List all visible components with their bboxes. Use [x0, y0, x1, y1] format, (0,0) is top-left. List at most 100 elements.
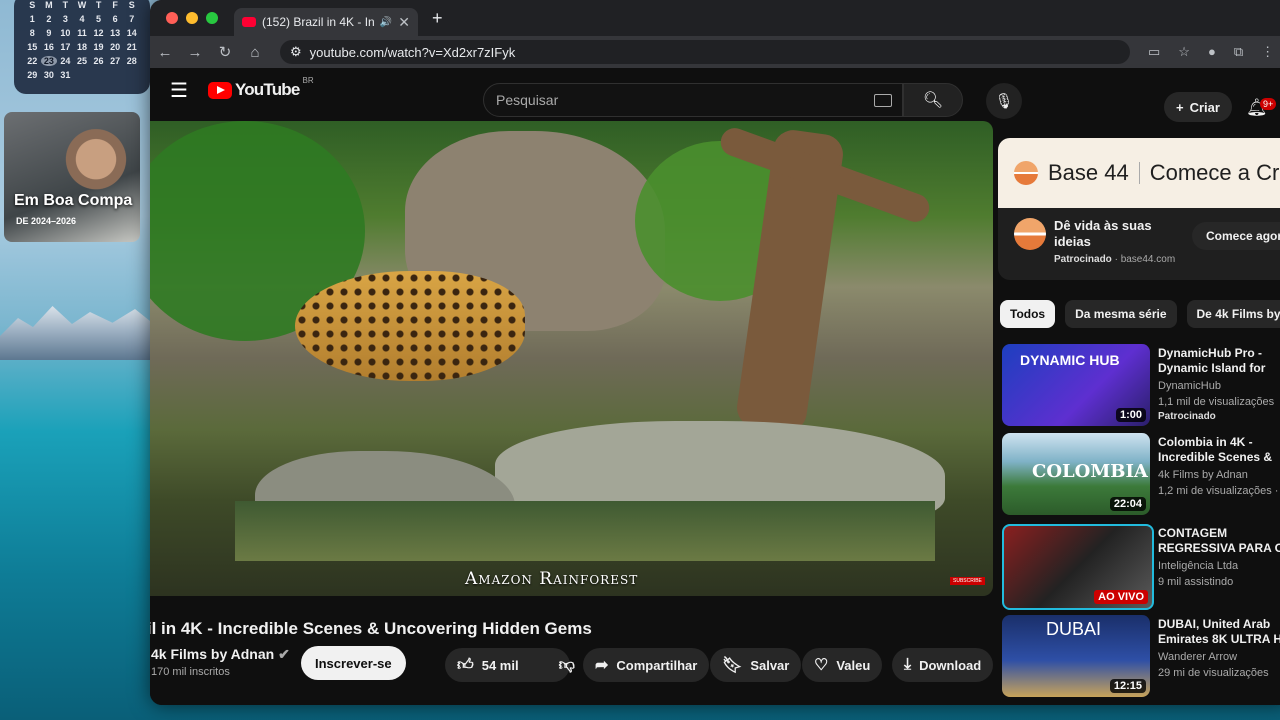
calendar-day: 8: [29, 28, 35, 38]
calendar-day: 1: [29, 14, 35, 24]
chip-same-series[interactable]: Da mesma série: [1065, 300, 1177, 328]
toolbar-icons: ▭ ☆ ● ⧉ ⋮: [1148, 44, 1274, 60]
extension-icon[interactable]: ●: [1208, 44, 1216, 60]
forward-icon[interactable]: →: [180, 44, 210, 61]
search-placeholder: Pesquisar: [496, 92, 559, 108]
recommendation-item[interactable]: AO VIVO CONTAGEM REGRESSIVA PARA O APOCA…: [1002, 524, 1280, 610]
voice-search-button[interactable]: 🎙︎: [986, 83, 1022, 119]
widget-title: Em Boa Compa: [14, 192, 133, 209]
rec-views: 1,1 mil de visualizações: [1158, 396, 1275, 408]
calendar-day: 16: [43, 42, 54, 52]
video-player[interactable]: Amazon Rainforest SUBSCRIBE: [150, 121, 993, 596]
rec-title[interactable]: Colombia in 4K - Incredible Scenes & Hid…: [1158, 435, 1280, 465]
calendar-day: 26: [93, 56, 104, 66]
calendar-day: S: [29, 0, 36, 10]
live-badge: AO VIVO: [1094, 590, 1148, 604]
thanks-button[interactable]: ♡ Valeu: [802, 648, 883, 682]
calendar-day: 22: [27, 56, 38, 66]
calendar-day: 9: [46, 28, 52, 38]
calendar-day: 19: [93, 42, 104, 52]
thanks-label: Valeu: [836, 657, 871, 673]
calendar-day: 28: [126, 56, 137, 66]
search-input[interactable]: Pesquisar: [483, 83, 903, 117]
calendar-day: 4: [79, 14, 85, 24]
recommendation-item[interactable]: DYNAMIC HUB 1:00 DynamicHub Pro - Dynami…: [1002, 344, 1280, 428]
calendar-day: W: [77, 0, 87, 10]
verified-icon: ✔: [278, 646, 290, 662]
video-duration: 12:15: [1109, 679, 1146, 693]
video-duration: 1:00: [1115, 408, 1146, 422]
photo-widget: Em Boa Compa DE 2024–2026: [4, 112, 140, 242]
chip-from-channel[interactable]: De 4k Films by Ad: [1186, 300, 1280, 328]
rec-title[interactable]: DUBAI, United Arab Emirates 8K ULTRA HD …: [1158, 617, 1280, 647]
chip-all[interactable]: Todos: [1000, 300, 1056, 328]
cast-icon[interactable]: ▭: [1148, 44, 1160, 60]
browser-window: (152) Brazil in 4K - Incredi 🔊 ✕ + ← → ↻…: [150, 0, 1280, 705]
youtube-logo[interactable]: YouTube BR: [207, 76, 314, 100]
rec-thumbnail[interactable]: DYNAMIC HUB 1:00: [1002, 344, 1150, 426]
rec-title[interactable]: CONTAGEM REGRESSIVA PARA O APOCALIPSE: D…: [1158, 526, 1280, 556]
base44-logo-icon: [1014, 161, 1038, 185]
hamburger-menu-icon[interactable]: ☰: [170, 78, 188, 103]
maximize-window-button[interactable]: [206, 12, 218, 24]
calendar-day: T: [62, 0, 69, 10]
back-icon[interactable]: ←: [150, 44, 180, 61]
rec-title[interactable]: DynamicHub Pro - Dynamic Island for macO…: [1158, 346, 1280, 376]
sponsored-ad[interactable]: Base 44 Comece a Cr Dê vida às suas idei…: [998, 138, 1280, 280]
search-icon: 🔍︎: [922, 92, 944, 109]
recommendation-item[interactable]: COLOMBIA 22:04 Colombia in 4K - Incredib…: [1002, 433, 1280, 517]
calendar-day: 10: [60, 28, 71, 38]
calendar-day: 5: [96, 14, 102, 24]
tab-title: (152) Brazil in 4K - Incredi: [262, 15, 374, 29]
tab-youtube[interactable]: (152) Brazil in 4K - Incredi 🔊 ✕: [234, 8, 418, 36]
subscribe-watermark: SUBSCRIBE: [950, 577, 985, 585]
calendar-day: 20: [110, 42, 121, 52]
dislike-button[interactable]: 👎︎: [547, 648, 587, 682]
create-button[interactable]: + Criar: [1164, 92, 1232, 122]
calendar-grid: S M T W T F S 1 2 3 4 5 6 7 8 9 10 11 12 13 14 15 16 17 18 19 20 21…: [24, 0, 140, 80]
recommendation-item[interactable]: DUBAI 12:15 DUBAI, United Arab Emirates …: [1002, 615, 1280, 699]
ad-meta: Patrocinado · base44.com: [1054, 254, 1176, 265]
like-button[interactable]: 👍︎ 54 mil: [445, 648, 531, 682]
rec-thumbnail[interactable]: AO VIVO: [1002, 524, 1154, 610]
site-info-icon[interactable]: ⚙: [290, 44, 302, 60]
keyboard-icon[interactable]: [874, 94, 892, 107]
advertiser-logo-icon: [1014, 218, 1046, 250]
url-field[interactable]: ⚙ youtube.com/watch?v=Xd2xr7zIFyk: [280, 40, 1130, 64]
calendar-day: 25: [76, 56, 87, 66]
calendar-day: T: [95, 0, 102, 10]
subscribe-button[interactable]: Inscrever-se: [301, 646, 406, 680]
ad-banner[interactable]: Base 44 Comece a Cr: [998, 138, 1280, 208]
video-overlay-text: Amazon Rainforest: [465, 569, 639, 589]
address-bar: ← → ↻ ⌂ ⚙ youtube.com/watch?v=Xd2xr7zIFy…: [150, 36, 1280, 68]
new-tab-icon[interactable]: +: [432, 8, 443, 29]
puzzle-icon[interactable]: ⧉: [1234, 44, 1243, 60]
rec-thumbnail[interactable]: DUBAI 12:15: [1002, 615, 1150, 697]
thumbs-up-icon: 👍︎: [457, 656, 474, 674]
home-icon[interactable]: ⌂: [240, 44, 270, 61]
ad-body: Dê vida às suas ideias Patrocinado · bas…: [998, 208, 1280, 280]
save-button[interactable]: 🔖︎ Salvar: [710, 648, 802, 682]
rec-thumbnail[interactable]: COLOMBIA 22:04: [1002, 433, 1150, 515]
download-button[interactable]: ⤓ Download: [892, 648, 994, 682]
minimize-window-button[interactable]: [186, 12, 198, 24]
bookmark-star-icon[interactable]: ☆: [1178, 44, 1190, 60]
save-label: Salvar: [750, 657, 790, 673]
menu-dots-icon[interactable]: ⋮: [1261, 44, 1274, 60]
reload-icon[interactable]: ↻: [210, 43, 240, 61]
close-tab-icon[interactable]: ✕: [398, 14, 410, 31]
country-code: BR: [302, 76, 314, 85]
calendar-day: 21: [126, 42, 137, 52]
download-icon: ⤓: [904, 656, 912, 673]
ad-brand: Base 44: [1048, 160, 1129, 185]
channel-name[interactable]: 4k Films by Adnan ✔: [151, 646, 290, 663]
close-window-button[interactable]: [166, 12, 178, 24]
ad-cta-button[interactable]: Comece agora: [1192, 222, 1280, 250]
speaker-icon[interactable]: 🔊: [380, 17, 392, 28]
calendar-day: 15: [27, 42, 38, 52]
widget-subtitle: DE 2024–2026: [16, 216, 77, 226]
calendar-day: 29: [27, 70, 38, 80]
like-dislike-group: 👍︎ 54 mil 👎︎: [445, 648, 575, 682]
search-button[interactable]: 🔍︎: [903, 83, 963, 117]
share-button[interactable]: ➦ Compartilhar: [583, 648, 710, 682]
